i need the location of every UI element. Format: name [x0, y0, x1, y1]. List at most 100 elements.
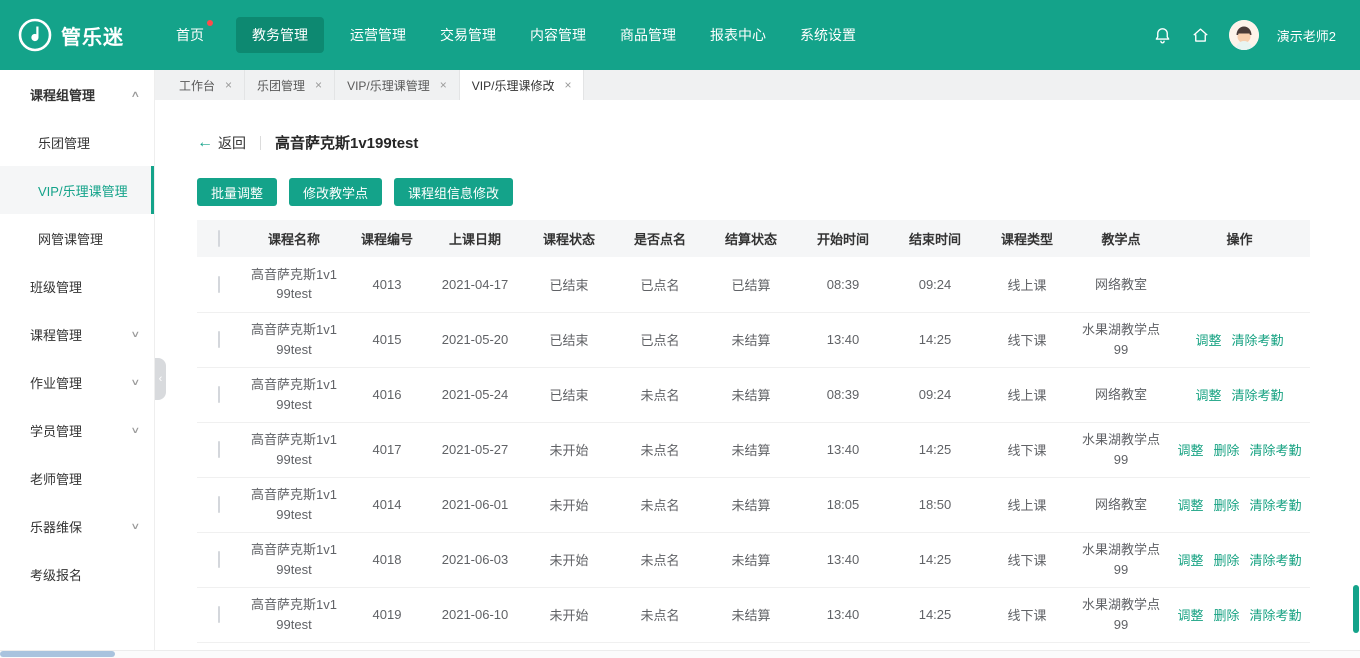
sidebar-item[interactable]: 乐器维保 ∨ — [0, 502, 154, 550]
toolbar: 批量调整 修改教学点 课程组信息修改 — [197, 178, 1310, 206]
sidebar-item[interactable]: 学员管理 ∨ — [0, 406, 154, 454]
cell-type: 线下课 — [981, 532, 1073, 588]
close-tab-icon[interactable]: × — [315, 79, 322, 91]
location-name: 网络教室 — [1094, 276, 1147, 292]
bell-icon[interactable] — [1153, 25, 1173, 45]
row-action-link[interactable]: 删除 — [1213, 498, 1239, 513]
sidebar-item[interactable]: 作业管理 ∨ — [0, 358, 154, 406]
select-all-checkbox[interactable] — [218, 230, 220, 247]
row-action-link[interactable]: 删除 — [1213, 608, 1239, 623]
row-action-link[interactable]: 删除 — [1213, 553, 1239, 568]
avatar[interactable] — [1228, 20, 1259, 50]
back-button[interactable]: ← 返回 — [197, 133, 246, 153]
divider — [260, 135, 261, 150]
cell-start: 08:39 — [797, 257, 889, 313]
app-logo[interactable]: 管乐迷 — [0, 18, 158, 52]
cell-select — [197, 257, 241, 313]
row-checkbox[interactable] — [218, 386, 220, 403]
cell-settle: 未结算 — [705, 587, 797, 643]
cell-select — [197, 422, 241, 478]
top-nav-item[interactable]: 教务管理 — [236, 17, 324, 53]
course-name: 高音萨克斯1v199test — [251, 266, 337, 302]
close-tab-icon[interactable]: × — [564, 79, 571, 91]
top-nav-item[interactable]: 报表中心 — [708, 17, 768, 53]
cell-rollcall: 未点名 — [615, 422, 705, 478]
row-checkbox[interactable] — [218, 496, 220, 513]
top-nav-item[interactable]: 交易管理 — [438, 17, 498, 53]
cell-end: 14:25 — [889, 587, 981, 643]
row-action-link[interactable]: 调整 — [1195, 333, 1221, 348]
home-icon[interactable] — [1191, 25, 1211, 45]
top-nav-item[interactable]: 内容管理 — [528, 17, 588, 53]
cell-code: 4019 — [347, 587, 427, 643]
table-row: 高音萨克斯1v199test 4015 2021-05-20 已结束 已点名 未结算 13:… — [197, 312, 1310, 368]
row-action-link[interactable]: 清除考勤 — [1250, 443, 1302, 458]
sidebar-item[interactable]: 考级报名 — [0, 550, 154, 598]
cell-actions: 调整 删除 清除考勤 — [1169, 477, 1310, 533]
cell-select — [197, 477, 241, 533]
row-checkbox[interactable] — [218, 606, 220, 623]
sidebar-item[interactable]: 课程组管理 ∧ — [0, 70, 154, 118]
cell-location: 水果湖教学点99 — [1073, 587, 1169, 643]
sidebar-item[interactable]: 老师管理 — [0, 454, 154, 502]
toolbar-button[interactable]: 课程组信息修改 — [394, 178, 514, 206]
tab-bar: 工作台 × 乐团管理 × VIP/乐理课管理 × VIP/乐理课修改 × — [155, 70, 1360, 100]
row-action-link[interactable]: 清除考勤 — [1232, 388, 1284, 403]
close-tab-icon[interactable]: × — [225, 79, 232, 91]
cell-start: 13:40 — [797, 587, 889, 643]
user-name[interactable]: 演示老师2 — [1277, 26, 1336, 45]
row-checkbox[interactable] — [218, 275, 220, 293]
tab-item[interactable]: VIP/乐理课管理 × — [335, 70, 460, 100]
cell-start: 18:05 — [797, 477, 889, 533]
cell-settle: 未结算 — [705, 312, 797, 368]
top-nav-item[interactable]: 商品管理 — [618, 17, 678, 53]
cell-location: 网络教室 — [1073, 477, 1169, 533]
top-nav-item[interactable]: 首页 — [174, 17, 213, 53]
cell-type: 线上课 — [981, 257, 1073, 313]
tab-item[interactable]: 乐团管理 × — [245, 70, 336, 100]
header-cell: 操作 — [1169, 220, 1310, 257]
sidebar-item-label: VIP/乐理课管理 — [38, 183, 128, 199]
row-checkbox[interactable] — [218, 331, 220, 348]
tab-item[interactable]: 工作台 × — [167, 70, 246, 100]
tab-label: 乐团管理 — [257, 78, 306, 93]
sidebar-item[interactable]: 乐团管理 — [0, 118, 154, 166]
sidebar-item-label: 网管课管理 — [38, 231, 104, 247]
sidebar-item-label: 班级管理 — [30, 279, 83, 295]
sidebar-item[interactable]: 课程管理 ∨ — [0, 310, 154, 358]
close-tab-icon[interactable]: × — [440, 79, 447, 91]
toolbar-button[interactable]: 批量调整 — [197, 178, 278, 206]
row-action-link[interactable]: 调整 — [1177, 553, 1203, 568]
top-nav-item[interactable]: 运营管理 — [348, 17, 408, 53]
horizontal-scrollbar-thumb[interactable] — [0, 651, 115, 657]
location-name: 水果湖教学点99 — [1081, 597, 1160, 632]
top-nav-item[interactable]: 系统设置 — [798, 17, 858, 53]
toolbar-button[interactable]: 修改教学点 — [289, 178, 383, 206]
header-cell: 课程编号 — [347, 220, 427, 257]
row-checkbox[interactable] — [218, 441, 220, 458]
tab-item[interactable]: VIP/乐理课修改 × — [459, 70, 585, 100]
app-header: 管乐迷 首页 教务管理 运营管理 交易管理 内容管理 商品管理 报表中心 系统设置 演示老师2 — [0, 0, 1360, 70]
sidebar-item[interactable]: VIP/乐理课管理 — [0, 166, 154, 214]
location-name: 网络教室 — [1094, 496, 1147, 512]
row-action-link[interactable]: 清除考勤 — [1250, 608, 1302, 623]
cell-rollcall: 未点名 — [615, 587, 705, 643]
row-action-link[interactable]: 调整 — [1195, 388, 1221, 403]
row-action-link[interactable]: 清除考勤 — [1232, 333, 1284, 348]
course-name: 高音萨克斯1v199test — [251, 542, 337, 577]
sidebar-item[interactable]: 网管课管理 — [0, 214, 154, 262]
sidebar-collapse-handle[interactable]: ‹ — [155, 358, 166, 400]
row-action-link[interactable]: 清除考勤 — [1250, 498, 1302, 513]
row-action-link[interactable]: 清除考勤 — [1250, 553, 1302, 568]
vertical-scrollbar-thumb[interactable] — [1353, 585, 1359, 633]
row-checkbox[interactable] — [218, 551, 220, 568]
sidebar-item[interactable]: 班级管理 — [0, 262, 154, 310]
tab-label: VIP/乐理课管理 — [347, 78, 430, 93]
row-action-link[interactable]: 删除 — [1213, 443, 1239, 458]
row-action-link[interactable]: 调整 — [1177, 498, 1203, 513]
cell-location: 水果湖教学点99 — [1073, 312, 1169, 368]
table-body: 高音萨克斯1v199test 4013 2021-04-17 已结束 已点名 已结算 08:… — [197, 257, 1310, 643]
row-action-link[interactable]: 调整 — [1177, 608, 1203, 623]
row-action-link[interactable]: 调整 — [1177, 443, 1203, 458]
header-cell: 是否点名 — [615, 220, 705, 257]
